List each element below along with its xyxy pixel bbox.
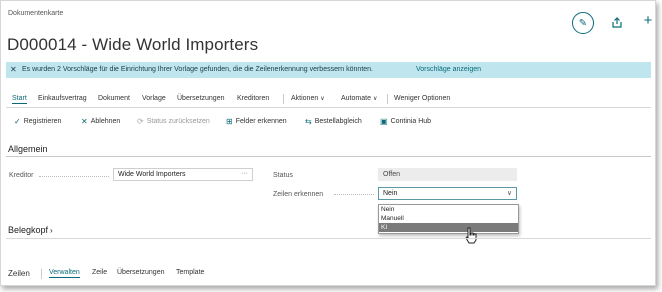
field-leader (334, 194, 374, 195)
option-manuell[interactable]: Manuell (379, 214, 518, 223)
fields-icon: ⊞ (226, 117, 233, 126)
hand-cursor-icon (465, 227, 477, 244)
tab-vorlage[interactable]: Vorlage (142, 95, 166, 102)
reset-status-label: Status zurücksetzen (146, 118, 210, 125)
show-suggestions-link[interactable]: Vorschläge anzeigen (416, 66, 481, 73)
reject-button[interactable]: ✕ Ablehnen (81, 117, 120, 126)
lines-detect-select[interactable]: Nein ∨ (378, 187, 517, 200)
order-match-button[interactable]: ⇆ Bestellabgleich (305, 117, 362, 126)
reset-icon: ⟳ (137, 117, 144, 126)
menu-aktionen-label: Aktionen (291, 95, 319, 102)
match-icon: ⇆ (305, 117, 312, 126)
status-field: Offen (378, 168, 517, 181)
edit-button[interactable]: ✎ (572, 12, 594, 34)
tab-zeile[interactable]: Zeile (92, 269, 107, 276)
option-nein[interactable]: Nein (379, 205, 518, 214)
tab-einkaufsvertrag[interactable]: Einkaufsvertrag (38, 95, 87, 102)
lines-section-heading: Zeilen (8, 269, 30, 278)
plus-icon: + (643, 11, 653, 29)
tab-verwalten[interactable]: Verwalten (49, 269, 80, 278)
chevron-down-icon: ∨ (506, 190, 512, 197)
order-match-label: Bestellabgleich (314, 118, 362, 125)
menu-aktionen[interactable]: Aktionen ∨ (291, 95, 325, 102)
tab-dokument[interactable]: Dokument (98, 95, 130, 102)
menu-automate[interactable]: Automate ∨ (341, 95, 377, 102)
detect-fields-button[interactable]: ⊞ Felder erkennen (226, 117, 287, 126)
reset-status-button[interactable]: ⟳ Status zurücksetzen (137, 117, 210, 126)
tab-kreditoren[interactable]: Kreditoren (237, 95, 269, 102)
share-icon (612, 16, 622, 28)
divider (6, 107, 651, 108)
chevron-right-icon: › (50, 226, 53, 235)
close-icon[interactable]: ✕ (10, 65, 17, 74)
tab-uebersetzungen-lines[interactable]: Übersetzungen (117, 269, 164, 276)
continia-hub-button[interactable]: ▣ Continia Hub (380, 117, 431, 126)
document-card: Dokumentenkarte D000014 - Wide World Imp… (0, 0, 656, 286)
suggestion-banner: ✕ Es wurden 2 Vorschläge für die Einrich… (6, 62, 651, 78)
nav-separator (41, 269, 42, 279)
continia-hub-label: Continia Hub (390, 118, 432, 125)
register-button[interactable]: ✓ Registrieren (14, 117, 61, 126)
status-label: Status (273, 172, 293, 179)
banner-message: Es wurden 2 Vorschläge für die Einrichtu… (22, 66, 374, 73)
breadcrumb: Dokumentenkarte (8, 10, 64, 17)
option-ki[interactable]: KI (379, 223, 518, 232)
tab-start[interactable]: Start (12, 95, 27, 104)
page-title: D000014 - Wide World Importers (7, 35, 259, 54)
detect-fields-label: Felder erkennen (235, 118, 287, 125)
share-button[interactable] (610, 15, 624, 29)
chevron-down-icon: ∨ (320, 96, 325, 102)
field-leader (39, 176, 109, 177)
chevron-down-icon: ∨ (372, 96, 378, 102)
creditor-field[interactable]: Wide World Importers ··· (113, 168, 253, 181)
check-icon: ✓ (14, 117, 21, 126)
creditor-value: Wide World Importers (118, 171, 186, 178)
lookup-ellipsis-icon[interactable]: ··· (241, 170, 248, 177)
belegkopf-label: Belegkopf (8, 225, 49, 235)
section-belegkopf-heading[interactable]: Belegkopf › (8, 225, 53, 235)
lines-detect-value: Nein (383, 190, 398, 197)
divider (6, 156, 651, 157)
hub-icon: ▣ (380, 117, 388, 126)
x-icon: ✕ (81, 117, 88, 126)
tab-template[interactable]: Template (176, 269, 204, 276)
menu-automate-label: Automate (341, 95, 371, 102)
tab-uebersetzungen[interactable]: Übersetzungen (177, 95, 224, 102)
nav-separator (283, 94, 284, 104)
section-general-heading[interactable]: Allgemein (8, 144, 48, 154)
reject-label: Ablehnen (90, 118, 121, 125)
register-label: Registrieren (23, 118, 62, 125)
fewer-options-button[interactable]: Weniger Optionen (394, 95, 450, 102)
divider (6, 238, 651, 239)
new-button[interactable]: + (641, 11, 655, 29)
lines-detect-dropdown: Nein Manuell KI (378, 204, 519, 234)
creditor-label: Kreditor (9, 172, 34, 179)
pencil-icon: ✎ (578, 17, 588, 29)
lines-detect-label: Zeilen erkennen (273, 191, 324, 198)
nav-separator (387, 94, 388, 104)
